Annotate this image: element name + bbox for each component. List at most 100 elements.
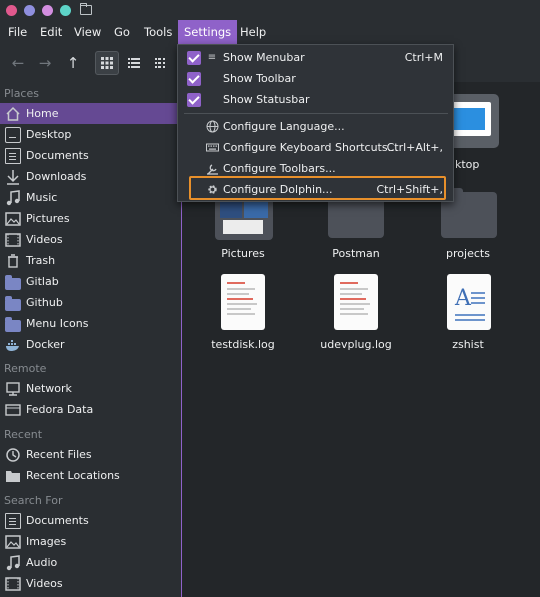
menu-item-show-statusbar[interactable]: Show Statusbar: [178, 89, 453, 110]
sidebar-item-docker[interactable]: Docker: [0, 334, 181, 355]
sidebar-item-network[interactable]: Network: [0, 378, 181, 399]
globe-icon: [205, 120, 219, 134]
menu-item-shortcut: Ctrl+Alt+,: [386, 141, 443, 154]
sidebar-item-recent-locations[interactable]: Recent Locations: [0, 465, 181, 486]
folder-icon: [5, 468, 21, 484]
places-panel: Places Home Desktop Documents Downloads …: [0, 82, 182, 597]
sidebar-item-pictures[interactable]: Pictures: [0, 208, 181, 229]
pictures-icon: [5, 211, 21, 227]
text-file-icon: [334, 274, 378, 330]
sidebar-item-label: Docker: [26, 338, 65, 351]
sidebar-item-label: Images: [26, 535, 67, 548]
sidebar-item-label: Music: [26, 191, 58, 204]
menu-help[interactable]: Help: [234, 20, 272, 44]
sidebar-item-label: Network: [26, 382, 72, 395]
icons-view-icon[interactable]: [95, 51, 119, 75]
trash-icon: [5, 253, 21, 269]
recent-section-label: Recent: [4, 428, 43, 441]
sidebar-item-trash[interactable]: Trash: [0, 250, 181, 271]
sidebar-item-search-images[interactable]: Images: [0, 531, 181, 552]
menu-tools[interactable]: Tools: [138, 20, 178, 44]
menu-item-label: Show Menubar: [223, 51, 305, 64]
back-arrow-icon[interactable]: ←: [6, 51, 30, 75]
file-label: ktop: [455, 158, 480, 171]
keyboard-icon: [205, 141, 219, 155]
network-icon: [5, 381, 21, 397]
sidebar-item-recent-files[interactable]: Recent Files: [0, 444, 181, 465]
sidebar-item-label: Menu Icons: [26, 317, 89, 330]
sidebar-item-label: Fedora Data: [26, 403, 94, 416]
sidebar-item-label: Gitlab: [26, 275, 59, 288]
menu-item-label: Show Toolbar: [223, 72, 296, 85]
sidebar-item-videos[interactable]: Videos: [0, 229, 181, 250]
compact-view-icon[interactable]: [149, 51, 173, 75]
menu-file[interactable]: File: [2, 20, 33, 44]
sidebar-item-fedora-data[interactable]: Fedora Data: [0, 399, 181, 420]
annotation-highlight-box: [189, 176, 446, 200]
sidebar-item-desktop[interactable]: Desktop: [0, 124, 181, 145]
keep-above-button[interactable]: [42, 5, 53, 16]
folder-icon: [5, 295, 21, 311]
checkbox-checked-icon: [187, 71, 201, 86]
sidebar-item-label: Recent Files: [26, 448, 92, 461]
sidebar-item-search-documents[interactable]: Documents: [0, 510, 181, 531]
sidebar-item-search-audio[interactable]: Audio: [0, 552, 181, 573]
sidebar-item-music[interactable]: Music: [0, 187, 181, 208]
sidebar-item-label: Trash: [26, 254, 56, 267]
menu-item-shortcut: Ctrl+M: [404, 51, 443, 64]
music-icon: [5, 189, 21, 206]
sidebar-item-menu-icons[interactable]: Menu Icons: [0, 313, 181, 334]
sidebar-item-label: Documents: [26, 149, 89, 162]
minimize-window-button[interactable]: [24, 5, 35, 16]
sidebar-item-search-videos[interactable]: Videos: [0, 573, 181, 594]
menu-item-show-menubar[interactable]: ≡ Show Menubar Ctrl+M: [178, 47, 453, 68]
menu-item-show-toolbar[interactable]: Show Toolbar: [178, 68, 453, 89]
up-arrow-icon[interactable]: ↑: [61, 51, 85, 75]
menu-item-label: Configure Language...: [223, 120, 345, 133]
menu-item-configure-shortcuts[interactable]: Configure Keyboard Shortcuts... Ctrl+Alt…: [178, 137, 453, 158]
documents-icon: [5, 512, 21, 529]
details-view-icon[interactable]: [122, 51, 146, 75]
sidebar-item-label: Documents: [26, 514, 89, 527]
menu-item-label: Configure Toolbars...: [223, 162, 336, 175]
file-label: projects: [446, 247, 490, 260]
file-label: testdisk.log: [211, 338, 275, 351]
file-label: zshist: [452, 338, 484, 351]
close-window-button[interactable]: [6, 5, 17, 16]
sidebar-item-label: Videos: [26, 577, 63, 590]
checkbox-checked-icon: [187, 50, 201, 65]
home-icon: [5, 106, 21, 122]
sidebar-item-label: Recent Locations: [26, 469, 120, 482]
file-label: udevplug.log: [320, 338, 392, 351]
sidebar-item-label: Audio: [26, 556, 58, 569]
places-section-label: Places: [4, 87, 39, 100]
file-label: Postman: [332, 247, 380, 260]
desktop-icon: [5, 126, 21, 143]
docker-icon: [5, 337, 21, 353]
images-icon: [5, 534, 21, 550]
sidebar-item-home[interactable]: Home: [0, 103, 181, 124]
checkbox-checked-icon: [187, 92, 201, 107]
sidebar-item-label: Videos: [26, 233, 63, 246]
sidebar-item-downloads[interactable]: Downloads: [0, 166, 181, 187]
downloads-icon: [5, 169, 21, 185]
sidebar-item-gitlab[interactable]: Gitlab: [0, 271, 181, 292]
menu-edit[interactable]: Edit: [34, 20, 68, 44]
menubar-icon: ≡: [207, 51, 217, 63]
menu-item-label: Show Statusbar: [223, 93, 310, 106]
menubar: File Edit View Go Tools Settings Help: [0, 20, 540, 44]
maximize-window-button[interactable]: [60, 5, 71, 16]
folder-icon: [80, 3, 92, 15]
documents-icon: [5, 147, 21, 164]
menu-settings[interactable]: Settings: [178, 20, 238, 44]
folder-icon: [5, 274, 21, 290]
menu-go[interactable]: Go: [108, 20, 136, 44]
music-icon: [5, 554, 21, 571]
file-label: Pictures: [221, 247, 265, 260]
sidebar-item-documents[interactable]: Documents: [0, 145, 181, 166]
menu-view[interactable]: View: [68, 20, 107, 44]
menu-item-configure-language[interactable]: Configure Language...: [178, 116, 453, 137]
folder-icon: [5, 316, 21, 332]
sidebar-item-github[interactable]: Github: [0, 292, 181, 313]
forward-arrow-icon[interactable]: →: [33, 51, 57, 75]
